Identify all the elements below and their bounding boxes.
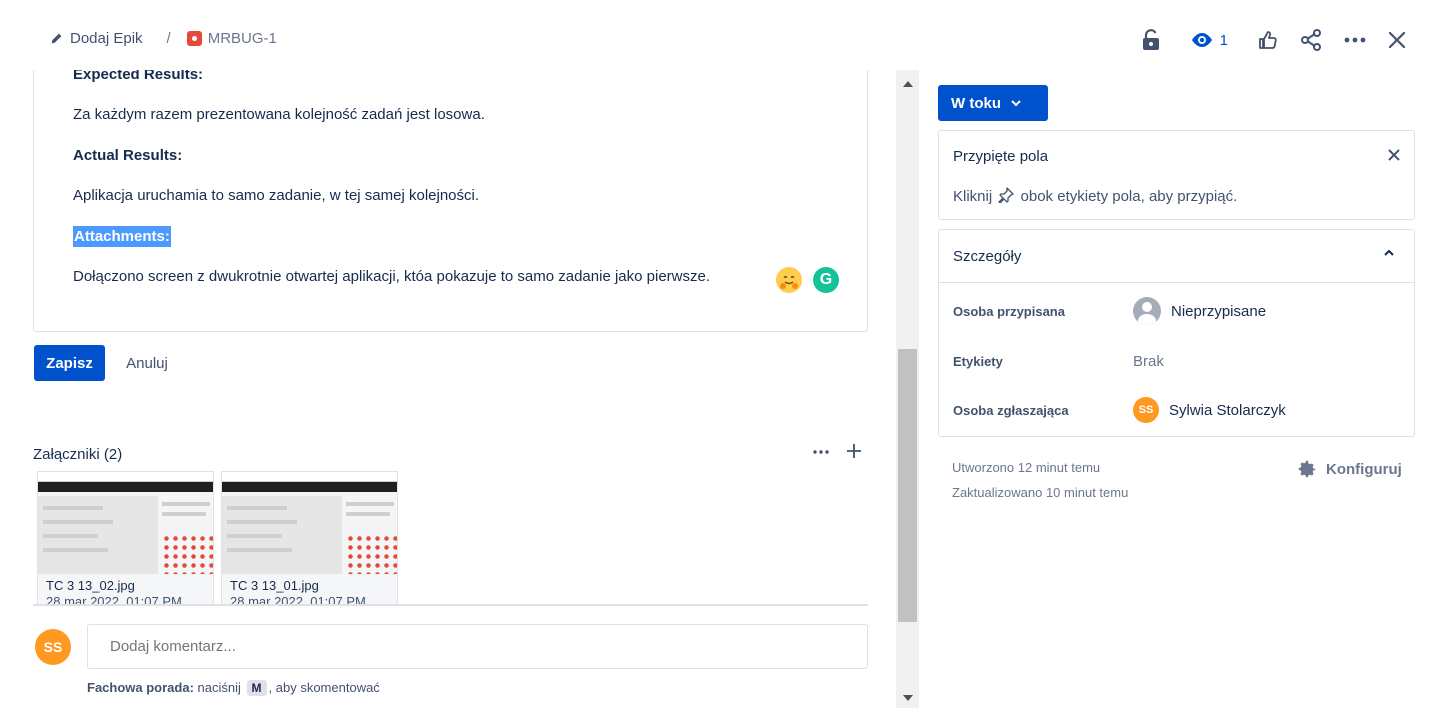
cancel-button[interactable]: Anuluj xyxy=(112,345,182,381)
scrollbar-thumb[interactable] xyxy=(898,349,917,622)
configure-button[interactable]: Konfiguruj xyxy=(1296,458,1402,480)
expected-heading: Expected Results: xyxy=(73,70,204,83)
pinned-fields-card: Przypięte pola Kliknij obok etykiety pol… xyxy=(938,130,1415,220)
pinned-fields-hint: Kliknij obok etykiety pola, aby przypiąć… xyxy=(953,187,1237,205)
assignee-label: Osoba przypisana xyxy=(953,303,1065,319)
bug-icon xyxy=(186,31,202,46)
expected-text: Za każdym razem prezentowana kolejność z… xyxy=(73,106,485,123)
scroll-down-icon[interactable] xyxy=(896,688,919,708)
tip-post: , aby skomentować xyxy=(268,680,380,695)
status-dropdown[interactable]: W toku xyxy=(938,85,1048,121)
attachment-card[interactable]: TC 3 13_01.jpg 28 mar 2022, 01:07 PM xyxy=(221,471,398,605)
labels-label: Etykiety xyxy=(953,353,1003,369)
share-icon[interactable] xyxy=(1300,26,1322,54)
header-actions: 1 xyxy=(1120,26,1406,54)
close-icon[interactable] xyxy=(1388,26,1406,54)
emoji-picker-icon[interactable] xyxy=(776,267,802,293)
eye-icon xyxy=(1191,33,1212,47)
pinned-fields-title: Przypięte pola xyxy=(953,148,1049,165)
grammarly-icon[interactable]: G xyxy=(813,267,839,293)
updated-timestamp: Zaktualizowano 10 minut temu xyxy=(952,485,1129,500)
main-scrollbar[interactable] xyxy=(896,70,919,708)
assignee-row: Osoba przypisana Nieprzypisane xyxy=(953,296,1403,326)
assignee-value: Nieprzypisane xyxy=(1171,302,1267,320)
assignee-field[interactable]: Nieprzypisane xyxy=(1133,297,1266,325)
tip-pre: naciśnij xyxy=(197,680,241,695)
save-button[interactable]: Zapisz xyxy=(34,345,105,381)
chevron-up-icon[interactable] xyxy=(1382,246,1396,260)
reporter-avatar: SS xyxy=(1133,397,1159,423)
lock-icon[interactable] xyxy=(1142,26,1160,54)
close-pinned-icon[interactable] xyxy=(1388,145,1400,166)
attachment-card[interactable]: TC 3 13_02.jpg 28 mar 2022, 01:07 PM xyxy=(37,471,214,605)
pinned-hint-pre: Kliknij xyxy=(953,188,993,205)
shortcut-key: M xyxy=(246,680,267,696)
labels-row: Etykiety Brak xyxy=(953,346,1403,376)
comment-input[interactable] xyxy=(87,624,868,669)
watch-button[interactable]: 1 xyxy=(1190,26,1228,54)
reporter-label: Osoba zgłaszająca xyxy=(953,402,1069,418)
details-title: Szczegóły xyxy=(953,248,1022,265)
actual-text: Aplikacja uruchamia to samo zadanie, w t… xyxy=(73,187,480,204)
pinned-hint-post: obok etykiety pola, aby przypiąć. xyxy=(1020,188,1238,205)
details-card: Szczegóły Osoba przypisana Nieprzypisane… xyxy=(938,229,1415,437)
pencil-icon xyxy=(48,31,64,47)
attachments-more-icon[interactable] xyxy=(811,442,831,462)
more-actions-icon[interactable] xyxy=(1344,26,1366,54)
attachments-text: Dołączono screen z dwukrotnie otwartej a… xyxy=(73,268,710,285)
current-user-avatar: SS xyxy=(35,629,71,665)
status-label: W toku xyxy=(951,94,1001,112)
thumbs-up-icon[interactable] xyxy=(1258,26,1278,54)
reporter-value: Sylwia Stolarczyk xyxy=(1169,401,1286,419)
breadcrumb-separator: / xyxy=(166,30,171,47)
reporter-field[interactable]: SS Sylwia Stolarczyk xyxy=(1133,397,1286,423)
breadcrumb: Dodaj Epik / MRBUG-1 xyxy=(48,30,277,47)
comment-tip: Fachowa porada: naciśnij M, aby skomento… xyxy=(87,680,380,696)
pin-icon xyxy=(998,187,1015,204)
attachment-filename: TC 3 13_02.jpg xyxy=(46,578,135,593)
attachment-filename: TC 3 13_01.jpg xyxy=(230,578,319,593)
scroll-up-icon[interactable] xyxy=(896,74,919,94)
description-editor[interactable]: Expected Results: Za każdym razem prezen… xyxy=(33,70,868,332)
configure-label: Konfiguruj xyxy=(1326,460,1402,478)
add-attachment-icon[interactable] xyxy=(843,440,865,462)
issue-key-link[interactable]: MRBUG-1 xyxy=(208,30,277,47)
issue-header: Dodaj Epik / MRBUG-1 1 xyxy=(0,0,1432,76)
attachments-heading-selected: Attachments: xyxy=(73,226,171,247)
actual-heading: Actual Results: xyxy=(73,147,183,164)
created-timestamp: Utworzono 12 minut temu xyxy=(952,460,1101,475)
unassigned-avatar xyxy=(1133,297,1161,325)
tip-label: Fachowa porada: xyxy=(87,680,194,695)
chevron-down-icon xyxy=(1011,99,1021,106)
watchers-count: 1 xyxy=(1219,31,1228,49)
attachments-title: Załączniki (2) xyxy=(33,446,123,463)
issue-main-panel: Expected Results: Za każdym razem prezen… xyxy=(0,70,892,708)
comment-divider xyxy=(33,604,868,606)
gear-icon xyxy=(1298,460,1316,478)
reporter-row: Osoba zgłaszająca SS Sylwia Stolarczyk xyxy=(953,395,1403,425)
add-epic-link[interactable]: Dodaj Epik xyxy=(70,30,143,47)
details-header[interactable]: Szczegóły xyxy=(939,230,1414,283)
labels-value[interactable]: Brak xyxy=(1133,353,1164,370)
